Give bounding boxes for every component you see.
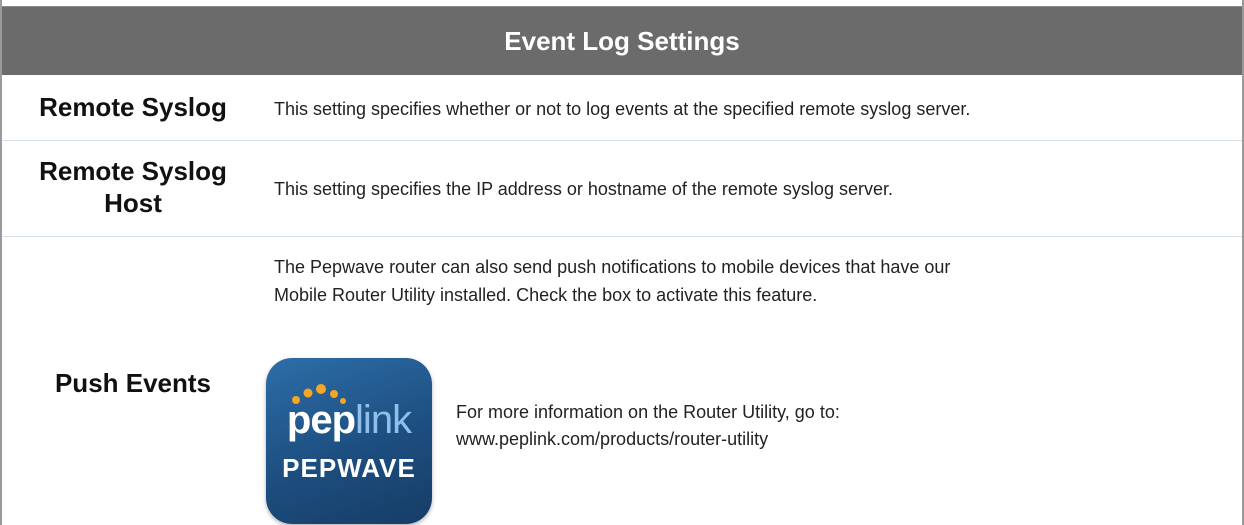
description-line-2: Mobile Router Utility installed. Check t… <box>274 285 818 305</box>
info-line-1: For more information on the Router Utili… <box>456 402 840 422</box>
router-utility-url: www.peplink.com/products/router-utility <box>456 429 769 449</box>
row-label-push-events: Push Events <box>54 368 212 398</box>
panel-title: Event Log Settings <box>504 25 740 56</box>
row-remote-syslog-host: Remote Syslog Host This setting specifie… <box>2 141 1242 237</box>
logo-pep-text: pep <box>286 398 356 442</box>
panel-header: Event Log Settings <box>2 6 1242 75</box>
row-label-remote-syslog: Remote Syslog <box>39 92 227 122</box>
description-line-1: The Pepwave router can also send push no… <box>274 257 951 277</box>
row-push-events: Push Events The Pepwave router can also … <box>2 237 1242 525</box>
logo-link-text: link <box>355 398 412 442</box>
row-description-remote-syslog: This setting specifies whether or not to… <box>274 99 971 119</box>
row-label-line-1: Remote Syslog <box>39 156 227 186</box>
logo-peplink-text: peplink <box>266 398 432 443</box>
logo-pepwave-text: PEPWAVE <box>282 453 416 483</box>
row-description-push-events: The Pepwave router can also send push no… <box>274 253 1194 309</box>
router-utility-info: For more information on the Router Utili… <box>456 399 840 453</box>
row-remote-syslog: Remote Syslog This setting specifies whe… <box>2 76 1242 141</box>
event-log-settings-panel: Event Log Settings Remote Syslog This se… <box>0 0 1244 525</box>
row-label-line-2: Host <box>104 188 162 218</box>
row-label-remote-syslog-host: Remote Syslog Host <box>2 155 264 219</box>
peplink-pepwave-app-icon: peplink PEPWAVE <box>266 358 432 524</box>
row-description-remote-syslog-host: This setting specifies the IP address or… <box>274 179 893 199</box>
